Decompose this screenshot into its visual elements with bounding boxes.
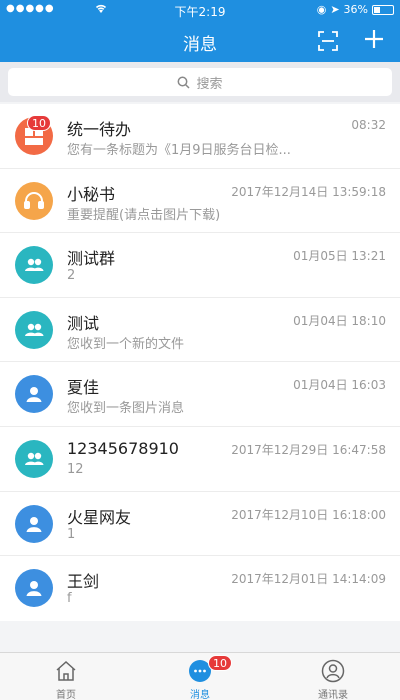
conversation-row[interactable]: 火星网友 1 2017年12月10日 16:18:00 [0,492,400,557]
tab-home[interactable]: 首页 [26,653,106,700]
conversation-preview: 重要提醒(请点击图片下载) [67,207,221,223]
conversation-row[interactable]: 小秘书重要提醒(请点击图片下载) 2017年12月14日 13:59:18 [0,169,400,234]
status-right: ◉ ➤ 36% [317,3,394,16]
avatar [15,504,53,543]
page-title: 消息 [183,35,217,55]
tab-contacts-label: 通讯录 [318,690,348,700]
tab-contacts[interactable]: 通讯录 [293,653,373,700]
contacts-icon [321,659,345,683]
home-icon [56,660,76,681]
conversation-name: 夏佳 [67,378,100,398]
scan-icon[interactable] [317,30,339,52]
lock-rotation-icon: ◉ [316,3,327,16]
avatar [15,181,53,220]
location-icon: ➤ [330,3,340,16]
headset-icon [23,190,45,212]
conversation-time: 2017年12月29日 16:47:58 [231,442,386,457]
search-placeholder: 搜索 [196,76,223,92]
conversation-time: 2017年12月10日 16:18:00 [231,507,386,522]
conversation-preview: 您收到一个新的文件 [67,336,185,352]
conversation-name: 小秘书 [67,184,116,204]
avatar [15,246,53,285]
group-icon [23,448,45,470]
conversation-preview: 2 [67,268,76,284]
avatar [15,310,53,349]
conversation-name: 测试群 [67,249,116,269]
tab-messages-badge: 10 [208,655,232,671]
conversation-name: 统一待办 [67,120,132,139]
conversation-list: 10 统一待办您有一条标题为《1月9日服务台日检... 08:32 小秘书重要提醒(请… [0,104,400,621]
conversation-preview: 您有一条标题为《1月9日服务台日检... [67,143,291,158]
conversation-time: 01月05日 13:21 [293,249,386,264]
conversation-preview: 1 [67,526,76,542]
conversation-name: 王剑 [67,572,100,592]
unread-badge: 10 [27,115,51,131]
group-icon [23,319,45,341]
add-icon[interactable] [361,26,387,54]
search-bar-container: 搜索 [0,62,400,102]
conversation-row[interactable]: 夏佳您收到一条图片消息 01月04日 16:03 [0,362,400,427]
conversation-preview: 您收到一条图片消息 [67,401,185,417]
conversation-row[interactable]: 12345678910 12 2017年12月29日 16:47:58 [0,427,400,492]
avatar [15,439,53,478]
conversation-name: 测试 [67,313,100,333]
conversation-time: 08:32 [351,118,386,132]
tab-bar: 首页 10 消息 通讯录 [0,652,400,700]
conversation-preview: f [67,591,72,607]
person-icon [23,513,45,535]
conversation-row[interactable]: 10 统一待办您有一条标题为《1月9日服务台日检... 08:32 [0,104,400,169]
tab-messages-label: 消息 [190,690,210,700]
conversation-time: 2017年12月01日 14:14:09 [231,572,386,587]
tab-home-label: 首页 [56,690,76,700]
conversation-time: 01月04日 16:03 [293,378,386,393]
conversation-preview: 12 [67,461,84,477]
conversation-name: 12345678910 [67,438,179,458]
conversation-time: 2017年12月14日 13:59:18 [231,184,386,199]
search-icon [178,76,191,89]
battery-percent: 36% [343,3,368,16]
avatar [15,569,53,608]
status-bar: ●●●●● 下午2:19 ◉ ➤ 36% [0,0,400,20]
nav-bar: 消息 [0,20,400,62]
conversation-row[interactable]: 测试群 2 01月05日 13:21 [0,233,400,298]
conversation-time: 01月04日 18:10 [293,313,386,328]
person-icon [23,383,45,405]
conversation-row[interactable]: 王剑 f 2017年12月01日 14:14:09 [0,556,400,621]
tab-messages[interactable]: 10 消息 [160,653,240,700]
search-input[interactable]: 搜索 [8,68,392,96]
person-icon [23,577,45,599]
avatar [15,375,53,414]
battery-icon [372,4,394,15]
conversation-row[interactable]: 测试您收到一个新的文件 01月04日 18:10 [0,298,400,363]
group-icon [23,254,45,276]
conversation-name: 火星网友 [67,507,132,527]
